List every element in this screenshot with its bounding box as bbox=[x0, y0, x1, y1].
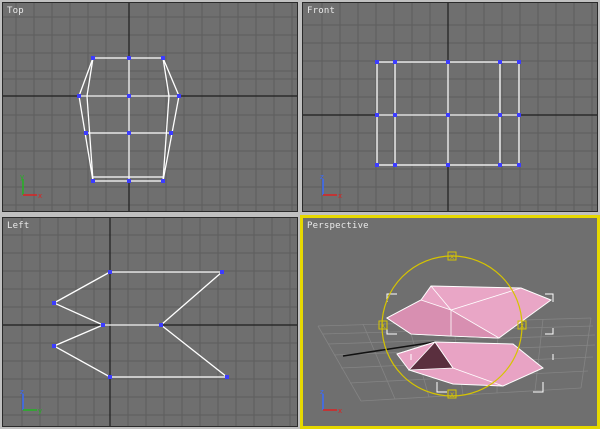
wireframe-object[interactable] bbox=[303, 3, 598, 212]
viewport-label[interactable]: Top bbox=[7, 6, 24, 16]
axis-label-y: y bbox=[20, 173, 24, 181]
viewport-label[interactable]: Perspective bbox=[307, 221, 369, 231]
wireframe-object[interactable] bbox=[3, 3, 298, 212]
axis-tripod-icon: z y bbox=[20, 388, 42, 415]
viewport-perspective[interactable]: Perspective X X X X z x bbox=[300, 215, 600, 429]
axis-label-x: x bbox=[338, 192, 342, 200]
viewport-label[interactable]: Front bbox=[307, 6, 335, 16]
axis-label-y: y bbox=[38, 407, 42, 415]
gizmo-handle-label: X bbox=[381, 323, 385, 330]
viewport-left[interactable]: Left z y bbox=[2, 217, 298, 427]
axis-label-z: z bbox=[320, 173, 324, 181]
axis-label-x: x bbox=[338, 407, 342, 415]
axis-tripod-icon: y x bbox=[20, 173, 42, 200]
mesh-upper[interactable] bbox=[386, 285, 553, 339]
perspective-scene[interactable]: X X X X bbox=[303, 218, 597, 426]
axis-label-x: x bbox=[38, 192, 42, 200]
viewport-front[interactable]: Front z x bbox=[302, 2, 598, 212]
axis-tripod-icon: z x bbox=[320, 173, 342, 200]
gizmo-handle-label: X bbox=[450, 254, 454, 261]
gizmo-handle-label: X bbox=[450, 392, 454, 399]
gizmo-handle-label: X bbox=[520, 323, 524, 330]
axis-tripod-icon: z x bbox=[320, 388, 342, 415]
axis-label-z: z bbox=[320, 388, 324, 396]
axis-label-z: z bbox=[20, 388, 24, 396]
viewport-top[interactable]: Top y x bbox=[2, 2, 298, 212]
viewport-label[interactable]: Left bbox=[7, 221, 29, 231]
wireframe-object[interactable] bbox=[3, 218, 298, 427]
